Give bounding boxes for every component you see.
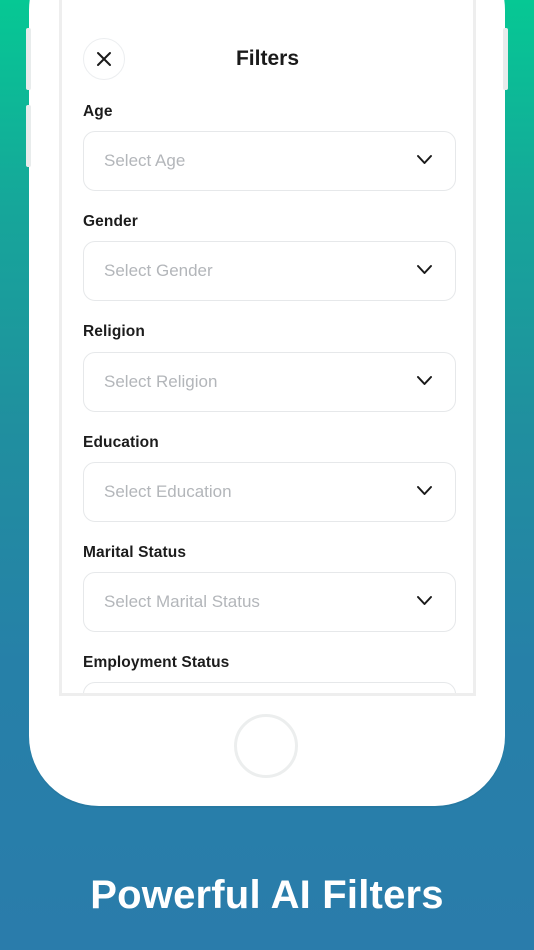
religion-select[interactable]: Select Religion	[83, 352, 456, 412]
chevron-down-icon	[417, 376, 432, 385]
education-select-placeholder: Select Education	[104, 482, 232, 501]
chevron-down-icon	[417, 265, 432, 274]
age-select-placeholder: Select Age	[104, 151, 186, 170]
marital-status-select-placeholder: Select Marital Status	[104, 592, 260, 611]
chevron-down-icon	[417, 155, 432, 164]
marital-status-label: Marital Status	[83, 544, 187, 561]
home-button[interactable]	[234, 714, 298, 778]
age-label: Age	[83, 103, 113, 120]
gender-select[interactable]: Select Gender	[83, 241, 456, 301]
page-title: Filters	[235, 47, 300, 70]
filters-screen: Filters Age Select Age Gender Select Gen…	[59, 0, 476, 696]
religion-select-placeholder: Select Religion	[104, 372, 218, 391]
phone-side-button	[26, 28, 31, 90]
promo-caption: Powerful AI Filters	[90, 873, 444, 917]
employment-status-select[interactable]	[83, 682, 456, 693]
gender-select-placeholder: Select Gender	[104, 261, 213, 280]
employment-status-label: Employment Status	[83, 654, 230, 671]
education-label: Education	[83, 434, 159, 451]
phone-side-button	[26, 105, 31, 167]
marital-status-select[interactable]: Select Marital Status	[83, 572, 456, 632]
education-select[interactable]: Select Education	[83, 462, 456, 522]
chevron-down-icon	[417, 596, 432, 605]
religion-label: Religion	[83, 323, 145, 340]
gender-label: Gender	[83, 213, 138, 230]
phone-side-button	[503, 28, 508, 90]
age-select[interactable]: Select Age	[83, 131, 456, 191]
chevron-down-icon	[417, 486, 432, 495]
